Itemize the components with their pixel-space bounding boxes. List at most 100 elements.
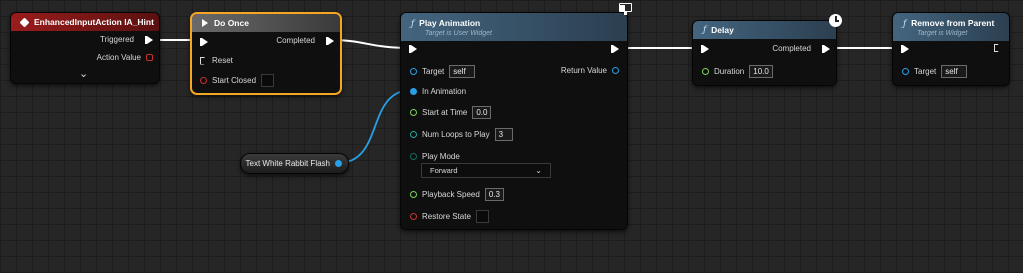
play-anim-exec-in-pin[interactable] [409,45,417,53]
start-closed-row: Start Closed [200,74,275,87]
delay-completed-label: Completed [772,44,811,53]
action-value-pin[interactable] [146,54,153,61]
function-icon: ƒ [703,25,707,35]
delay-completed-row: Completed [772,44,830,53]
restore-state-label: Restore State [422,212,471,221]
macro-icon [202,19,208,27]
play-anim-target-pin[interactable] [410,68,417,75]
function-icon: ƒ [903,18,907,29]
play-anim-target-field[interactable]: self [449,65,476,78]
remove-target-label: Target [914,67,937,76]
play-animation-header: ƒ Play Animation Target is User Widget [401,13,627,41]
remove-exec-in-row [901,45,909,53]
start-at-time-pin[interactable] [410,109,417,116]
variable-output-pin[interactable] [335,160,342,167]
start-closed-checkbox[interactable] [261,74,275,87]
play-mode-label: Play Mode [422,152,460,161]
do-once-node[interactable]: Do Once Completed Reset Start Closed [190,12,342,95]
play-anim-exec-in-row [409,45,417,53]
play-animation-node[interactable]: ƒ Play Animation Target is User Widget Ta… [400,12,628,230]
exec-wire-doonce-to-playanim [329,39,411,49]
do-once-reset-row: Reset [200,56,233,65]
do-once-completed-pin[interactable] [326,36,334,45]
widget-preview-icon [619,3,633,16]
duration-pin[interactable] [702,68,709,75]
input-event-icon [19,17,30,27]
clock-icon [829,14,842,27]
play-anim-exec-out-pin[interactable] [611,45,619,53]
do-once-exec-in-row [200,38,208,46]
delay-exec-in-pin[interactable] [701,45,709,53]
text-white-rabbit-flash-variable[interactable]: Text White Rabbit Flash [240,153,349,174]
return-value-label: Return Value [560,66,607,75]
do-once-exec-in-pin[interactable] [200,38,208,46]
remove-target-field[interactable]: self [941,65,968,78]
play-mode-select[interactable]: Forward ⌄ [421,163,551,178]
restore-state-row: Restore State [410,210,489,223]
remove-target-row: Target self [902,65,968,78]
chevron-down-icon: ⌄ [79,68,89,80]
duration-label: Duration [714,67,745,76]
in-animation-pin[interactable] [410,88,417,95]
chevron-down-icon: ⌄ [535,166,542,175]
start-closed-label: Start Closed [212,76,257,85]
do-once-completed-label: Completed [276,36,315,45]
expand-advanced-button[interactable]: ⌄ [79,67,88,80]
triggered-pin-row: Triggered [100,35,153,44]
do-once-header: Do Once [192,14,340,32]
remove-from-parent-header: ƒ Remove from Parent Target is Widget [893,13,1009,41]
do-once-completed-row: Completed [276,36,334,45]
delay-node[interactable]: ƒ Delay Completed Duration 10.0 [692,20,837,86]
playback-speed-label: Playback Speed [422,190,480,199]
start-at-time-label: Start at Time [422,108,468,117]
triggered-exec-pin[interactable] [145,35,153,44]
delay-header: ƒ Delay [693,21,836,39]
play-anim-target-row: Target self [410,65,476,78]
num-loops-label: Num Loops to Play [422,130,490,139]
num-loops-field[interactable]: 3 [494,128,513,141]
event-node-title: EnhancedInputAction IA_Hint [34,17,154,27]
restore-state-pin[interactable] [410,213,417,220]
triggered-label: Triggered [100,35,134,44]
play-animation-subtitle: Target is User Widget [425,29,492,37]
num-loops-pin[interactable] [410,131,417,138]
action-value-pin-row: Action Value [97,53,153,62]
delay-completed-pin[interactable] [822,44,830,53]
function-icon: ƒ [411,18,415,29]
action-value-label: Action Value [96,53,141,62]
start-at-time-field[interactable]: 0.0 [472,106,492,119]
remove-from-parent-node[interactable]: ƒ Remove from Parent Target is Widget Tar… [892,12,1010,86]
play-mode-select-row: Forward ⌄ [421,163,551,178]
return-value-pin[interactable] [612,67,619,74]
in-animation-row: In Animation [410,87,466,96]
remove-exec-out-pin[interactable] [994,44,1001,52]
reset-exec-pin[interactable] [200,56,207,65]
reset-label: Reset [212,56,233,65]
playback-speed-field[interactable]: 0.3 [484,188,504,201]
delay-title: Delay [711,25,734,35]
enhanced-input-action-node[interactable]: EnhancedInputAction IA_Hint Triggered Ac… [10,12,160,84]
playback-speed-pin[interactable] [410,191,417,198]
start-at-time-row: Start at Time 0.0 [410,106,492,119]
delay-exec-in-row [701,45,709,53]
play-mode-pin[interactable] [410,153,417,160]
duration-row: Duration 10.0 [702,65,773,78]
return-value-row: Return Value [561,66,619,75]
in-animation-label: In Animation [422,87,467,96]
playback-speed-row: Playback Speed 0.3 [410,188,504,201]
remove-from-parent-title: Remove from Parent [911,17,995,28]
remove-exec-out-row [994,44,1001,52]
num-loops-row: Num Loops to Play 3 [410,128,513,141]
play-mode-label-row: Play Mode [410,152,460,161]
restore-state-checkbox[interactable] [475,210,489,223]
start-closed-pin[interactable] [200,77,207,84]
duration-field[interactable]: 10.0 [749,65,773,78]
remove-exec-in-pin[interactable] [901,45,909,53]
play-animation-title: Play Animation [419,17,481,28]
remove-target-pin[interactable] [902,68,909,75]
play-anim-exec-out-row [611,45,619,53]
play-mode-value: Forward [430,166,458,175]
variable-label: Text White Rabbit Flash [245,159,330,168]
play-anim-target-label: Target [422,67,445,76]
remove-from-parent-subtitle: Target is Widget [917,29,968,37]
